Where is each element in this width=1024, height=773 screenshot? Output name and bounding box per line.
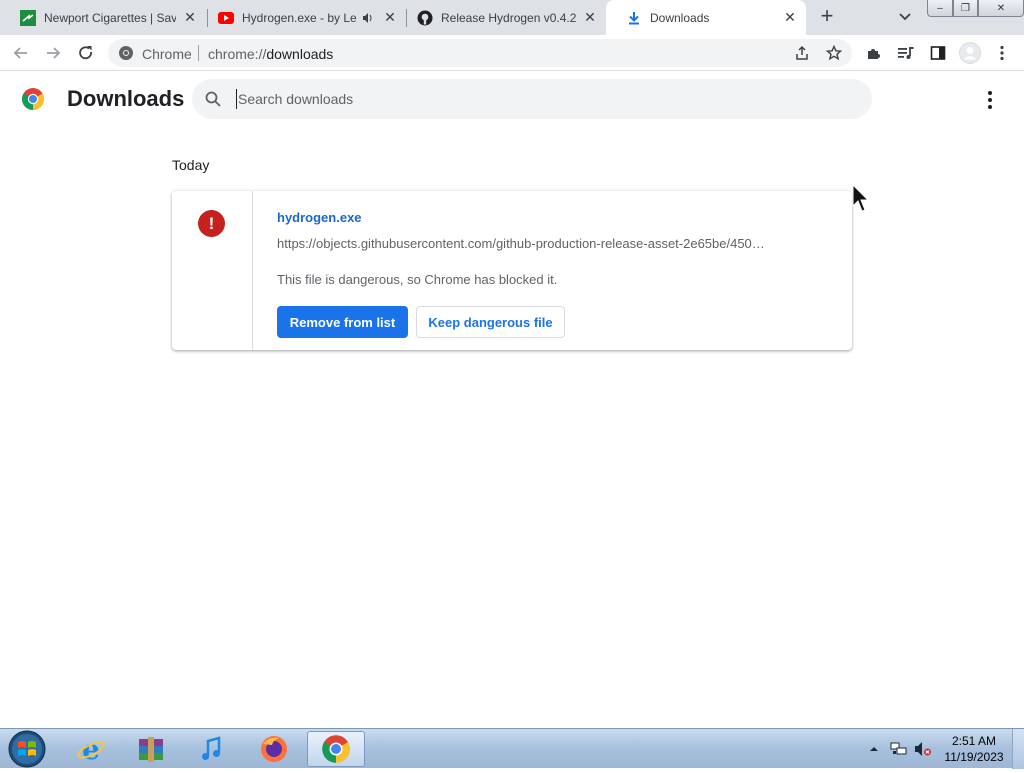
danger-description: This file is dangerous, so Chrome has bl… — [277, 272, 558, 287]
dot — [988, 98, 992, 102]
minimize-button[interactable]: ‒ — [927, 0, 953, 17]
chrome-site-icon — [118, 45, 134, 61]
media-control-icon[interactable] — [896, 43, 916, 63]
tab-strip: Newport Cigarettes | Save ✕ Hydrogen.exe… — [0, 0, 1024, 35]
url-text[interactable]: chrome://downloads — [208, 46, 333, 62]
newport-icon — [20, 9, 36, 26]
show-hidden-icons-icon[interactable] — [866, 741, 882, 757]
chrome-menu-icon[interactable] — [992, 43, 1012, 63]
tab-newport[interactable]: Newport Cigarettes | Save ✕ — [0, 0, 206, 35]
close-tab-icon[interactable]: ✕ — [182, 9, 198, 26]
profile-avatar-icon[interactable] — [959, 42, 981, 64]
download-icon — [626, 10, 642, 26]
tab-youtube[interactable]: Hydrogen.exe - by Le ✕ — [198, 0, 406, 35]
address-bar[interactable]: Chrome chrome://downloads — [108, 39, 852, 67]
clock-date: 11/19/2023 — [944, 750, 1004, 764]
url-scheme: chrome:// — [208, 46, 267, 62]
tab-downloads[interactable]: Downloads ✕ — [606, 0, 806, 35]
dot — [988, 91, 992, 95]
close-tab-icon[interactable]: ✕ — [782, 9, 798, 26]
toolbar: Chrome chrome://downloads — [0, 35, 1024, 71]
file-name-link[interactable]: hydrogen.exe — [277, 210, 362, 225]
page-title: Downloads — [67, 86, 185, 111]
back-icon[interactable] — [11, 43, 31, 63]
search-bar[interactable] — [192, 79, 872, 119]
taskbar: e 2:51 AM 11/19/2023 — [0, 728, 1024, 769]
more-actions-icon[interactable] — [980, 90, 1000, 110]
date-heading: Today — [172, 157, 210, 173]
omnibox-divider — [198, 45, 199, 61]
search-icon — [204, 90, 222, 108]
tab-title: Downloads — [650, 10, 710, 25]
tab-title: Hydrogen.exe - by Le — [242, 10, 357, 25]
speaker-icon[interactable] — [362, 12, 376, 24]
tab-github[interactable]: Release Hydrogen v0.4.2 ✕ — [397, 0, 606, 35]
firefox-icon[interactable] — [245, 731, 303, 767]
url-host: downloads — [266, 46, 334, 62]
tab-title: Newport Cigarettes | Save — [44, 10, 176, 25]
dot — [988, 105, 992, 109]
mouse-cursor-icon — [852, 183, 874, 214]
site-chip: Chrome — [142, 46, 192, 62]
file-source-url: https://objects.githubusercontent.com/gi… — [277, 236, 765, 251]
download-icon-column: ! — [172, 191, 253, 350]
github-icon — [417, 10, 433, 26]
start-orb-button[interactable] — [6, 730, 48, 768]
remove-from-list-button[interactable]: Remove from list — [277, 306, 408, 338]
close-window-button[interactable]: ✕ — [978, 0, 1024, 17]
share-icon[interactable] — [794, 45, 810, 61]
chrome-logo-icon — [21, 87, 45, 111]
close-tab-icon[interactable]: ✕ — [382, 9, 398, 26]
new-tab-button[interactable]: + — [815, 5, 839, 29]
taskbar-clock[interactable]: 2:51 AM 11/19/2023 — [940, 733, 1008, 765]
volume-muted-icon[interactable] — [914, 741, 931, 757]
search-input[interactable] — [236, 89, 836, 109]
svg-text:e: e — [82, 734, 100, 764]
show-desktop-button[interactable] — [1012, 729, 1024, 769]
danger-warning-icon: ! — [198, 210, 225, 237]
itunes-icon[interactable] — [183, 731, 241, 767]
network-icon[interactable] — [890, 741, 907, 757]
extensions-puzzle-icon[interactable] — [864, 43, 884, 63]
close-tab-icon[interactable]: ✕ — [582, 9, 598, 26]
chevron-down-icon[interactable] — [896, 8, 914, 26]
reload-icon[interactable] — [76, 43, 96, 63]
download-item: ! hydrogen.exe https://objects.githubuse… — [172, 191, 852, 350]
bookmark-star-icon[interactable] — [825, 44, 843, 61]
side-panel-icon[interactable] — [928, 43, 948, 63]
window-controls: ‒ ❐ ✕ — [927, 0, 1024, 17]
forward-icon[interactable] — [43, 43, 63, 63]
chrome-icon[interactable] — [307, 731, 365, 767]
restore-button[interactable]: ❐ — [953, 0, 978, 17]
keep-dangerous-file-button[interactable]: Keep dangerous file — [416, 306, 565, 338]
clock-time: 2:51 AM — [951, 734, 997, 748]
internet-explorer-icon[interactable]: e — [62, 731, 120, 767]
downloads-header: Downloads — [0, 72, 1024, 128]
winrar-icon[interactable] — [122, 731, 180, 767]
youtube-icon — [218, 10, 234, 26]
tab-title: Release Hydrogen v0.4.2 — [441, 10, 576, 25]
